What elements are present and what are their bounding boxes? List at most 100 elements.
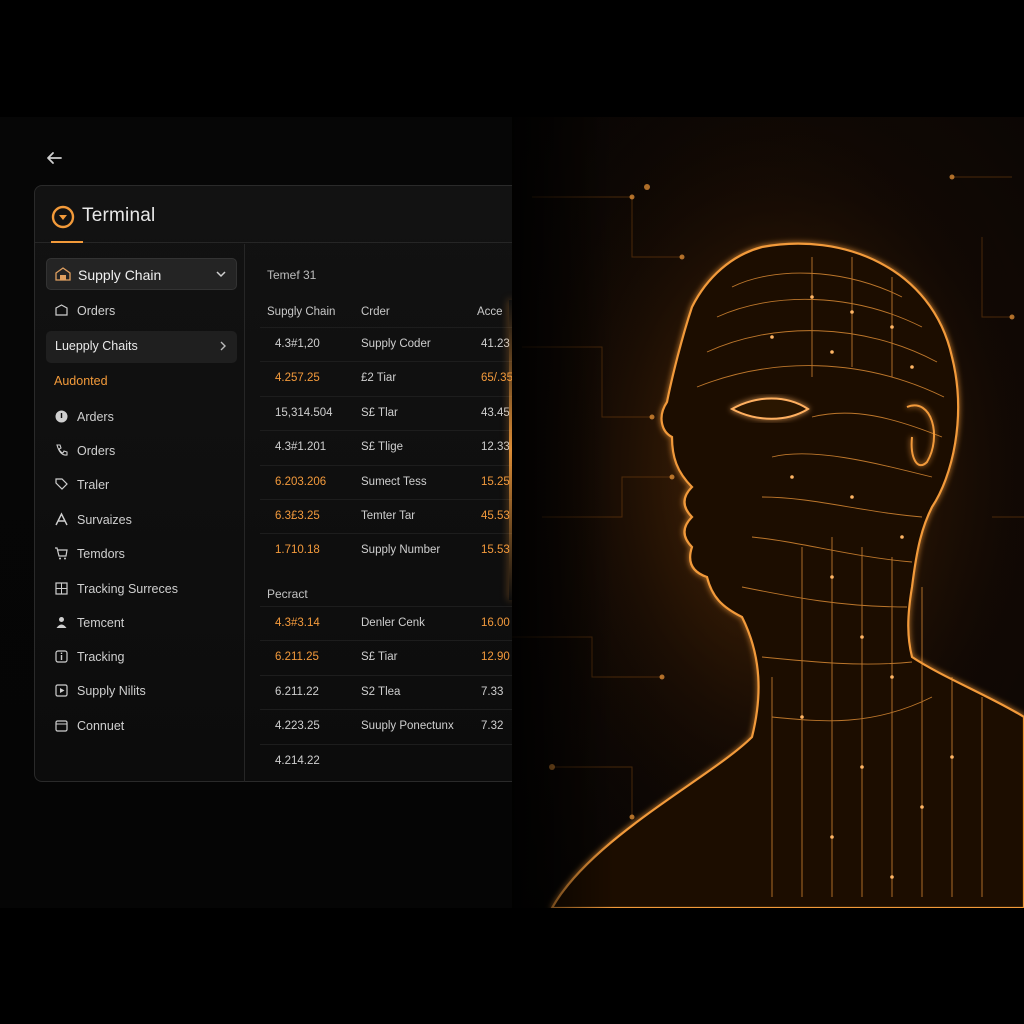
- phone-icon: [56, 444, 68, 456]
- table-row[interactable]: 6.211.22 S2 Tlea 7.33: [260, 674, 513, 709]
- table-section-label: Pecract: [267, 587, 308, 601]
- table-cell: 4.3#1.201: [275, 441, 327, 454]
- sidebar-item-label: Arders: [77, 410, 114, 424]
- ai-head-illustration: [512, 117, 1024, 908]
- table-cell: S2 Tlea: [361, 685, 401, 698]
- sidebar-item-temdors[interactable]: Temdors: [46, 539, 237, 569]
- sidebar-item-label: Luepply Chaits: [55, 339, 138, 353]
- box-outline-icon: [55, 720, 68, 732]
- sidebar-item-label: Tracking Surreces: [77, 582, 178, 596]
- table-cell: 6.203.206: [275, 475, 327, 488]
- table-cell: 4.257.25: [275, 372, 320, 385]
- back-button[interactable]: [40, 144, 68, 172]
- table-cell: 15,314.504: [275, 406, 333, 419]
- supply-chain-selector[interactable]: Supply Chain: [46, 258, 237, 290]
- table-cell: 4.3#3.14: [275, 617, 320, 629]
- table-cell: 6.211.22: [275, 685, 319, 698]
- sidebar-item-connuet[interactable]: Connuet: [46, 711, 237, 741]
- table-cell: Supply Coder: [361, 338, 431, 350]
- column-header[interactable]: Acce: [477, 306, 503, 318]
- table-cell: S£ Tlige: [361, 441, 403, 454]
- column-header[interactable]: Crder: [361, 306, 390, 318]
- table-row[interactable]: 4.3#1.201 S£ Tlige 12.33: [260, 430, 513, 464]
- cart-icon: [55, 547, 68, 560]
- table-cell: 6.3£3.25: [275, 510, 320, 522]
- table-cell: Denler Cenk: [361, 617, 425, 629]
- sidebar-item-tracking[interactable]: Tracking: [46, 642, 237, 672]
- table-row[interactable]: 4.3#3.14 Denler Cenk 16.00: [260, 606, 513, 640]
- sidebar-item-temcent[interactable]: Temcent: [46, 608, 237, 638]
- table-cell: 12.90: [481, 651, 510, 664]
- table-cell: 16.00: [481, 617, 510, 629]
- app-title: Terminal: [82, 205, 156, 226]
- play-square-icon: [55, 684, 68, 697]
- letter-a-icon: [55, 512, 68, 526]
- table-cell: S£ Tiar: [361, 651, 398, 664]
- sidebar-item-tracking-surreces[interactable]: Tracking Surreces: [46, 574, 237, 604]
- title-underline: [51, 241, 83, 243]
- main-panel: Terminal Supply Chain Orders Luepply Cha…: [34, 185, 513, 782]
- sidebar-item-label: Survaizes: [77, 513, 132, 527]
- table-row[interactable]: 6.203.206 Sumect Tess 15.25: [260, 464, 513, 499]
- sidebar-item-survaizes[interactable]: Survaizes: [46, 505, 237, 535]
- table-cell: Supply Number: [361, 544, 441, 557]
- table-cell: 7.33: [481, 685, 504, 698]
- selector-label: Supply Chain: [78, 267, 162, 283]
- content-title: Temef 31: [267, 268, 317, 282]
- table-cell: Temter Tar: [361, 510, 416, 522]
- table-cell: Sumect Tess: [361, 475, 427, 488]
- info-square-icon: [55, 650, 68, 663]
- table-row[interactable]: 15,314.504 S£ Tlar 43.45: [260, 395, 513, 430]
- warehouse-icon: [55, 267, 71, 281]
- sidebar-item-label: Tracking: [77, 650, 125, 664]
- table-cell: 12.33: [481, 441, 510, 454]
- sidebar-section-label: Audonted: [54, 374, 108, 388]
- table-cell: 7.32: [481, 720, 504, 733]
- table-cell: 15.25: [481, 475, 510, 488]
- table-cell: 4.3#1,20: [275, 338, 320, 350]
- table-cell: Suuply Ponectunx: [361, 720, 454, 733]
- circle-info-icon: [55, 410, 68, 423]
- table-row[interactable]: 1.710.18 Supply Number 15.53: [260, 533, 513, 567]
- data-table-area: Temef 31 Supgly Chain Crder Acce 4.3#1,2…: [246, 244, 513, 782]
- chevron-right-icon: [220, 341, 226, 351]
- sidebar-item-label: Supply Nilits: [77, 684, 146, 698]
- table-cell: 6.211.25: [275, 651, 319, 664]
- table-cell: 1.710.18: [275, 544, 320, 557]
- sidebar-item-label: Connuet: [77, 719, 125, 733]
- sidebar-item-arders[interactable]: Arders: [46, 402, 237, 432]
- table-cell: 15.53: [481, 544, 510, 557]
- table-row[interactable]: 4.257.25 £2 Tiar 65/.35: [260, 361, 513, 395]
- table-row[interactable]: 4.3#1,20 Supply Coder 41.23: [260, 327, 513, 361]
- sidebar-item-label: Temdors: [77, 547, 125, 561]
- column-header[interactable]: Supgly Chain: [267, 306, 335, 318]
- sidebar-item-label: Orders: [77, 444, 116, 458]
- chevron-down-icon: [216, 271, 226, 278]
- table-row[interactable]: 4.223.25 Suuply Ponectunx 7.32: [260, 709, 513, 743]
- table-cell: 4.214.22: [275, 754, 320, 767]
- sidebar-item-supply-chaits[interactable]: Luepply Chaits: [46, 331, 237, 363]
- table-row[interactable]: 6.211.25 S£ Tiar 12.90: [260, 640, 513, 674]
- app-screen: Terminal Supply Chain Orders Luepply Cha…: [0, 0, 1024, 1024]
- box-icon: [55, 304, 68, 316]
- sidebar-item-traler[interactable]: Traler: [46, 470, 237, 500]
- terminal-logo-icon: [51, 205, 75, 229]
- sidebar-item-label: Traler: [77, 478, 110, 492]
- sidebar-item-label: Orders: [77, 304, 116, 318]
- circuit-head-graphic: [512, 117, 1024, 908]
- sidebar-item-orders-2[interactable]: Orders: [46, 436, 237, 466]
- table-cell: 43.45: [481, 406, 510, 419]
- table-row[interactable]: 4.214.22: [260, 743, 513, 778]
- panel-header: Terminal: [35, 186, 513, 243]
- table-cell: S£ Tlar: [361, 406, 398, 419]
- sidebar-item-label: Temcent: [77, 616, 125, 630]
- table-cell: 41.23: [481, 338, 510, 350]
- sidebar-item-orders[interactable]: Orders: [46, 296, 237, 326]
- table-row[interactable]: 6.3£3.25 Temter Tar 45.53: [260, 499, 513, 533]
- table-cell: 45.53: [481, 510, 510, 522]
- person-icon: [56, 617, 67, 628]
- grid-icon: [55, 582, 68, 595]
- tag-icon: [55, 478, 68, 490]
- sidebar: Supply Chain Orders Luepply Chaits Audon…: [35, 244, 245, 782]
- sidebar-item-supply-nilits[interactable]: Supply Nilits: [46, 676, 237, 706]
